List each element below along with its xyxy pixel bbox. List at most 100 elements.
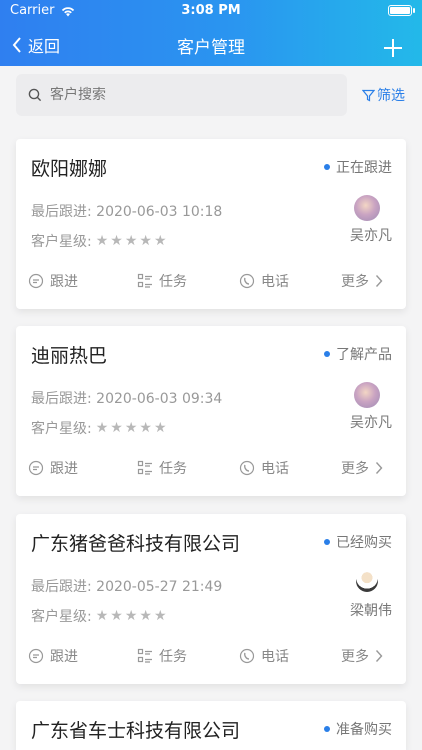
star-icon: ★	[153, 420, 167, 436]
star-icon: ★	[124, 608, 138, 624]
customer-card[interactable]: 广东省车士科技有限公司 准备购买	[16, 701, 406, 750]
task-label: 任务	[159, 649, 187, 665]
status-label: 准备购买	[336, 722, 392, 738]
owner-name: 吴亦凡	[350, 228, 392, 244]
star-icon: ★	[110, 608, 123, 624]
nav-bar: 返回 客户管理	[0, 22, 422, 66]
phone-icon	[239, 460, 255, 476]
task-label: 任务	[159, 461, 187, 477]
star-icon: ★	[124, 420, 138, 436]
card-actions: 跟进 任务 电话 更多	[16, 646, 406, 670]
status-label: 正在跟进	[336, 160, 392, 176]
status-dot-icon	[324, 351, 330, 357]
status-dot-icon	[324, 726, 330, 732]
task-list-icon	[137, 648, 152, 663]
customer-status: 正在跟进	[324, 157, 392, 177]
star-icon: ★	[124, 233, 138, 249]
customer-card[interactable]: 迪丽热巴 了解产品 最后跟进: 2020-06-03 09:34 客户星级: ★…	[16, 326, 406, 496]
add-customer-button[interactable]	[384, 39, 402, 57]
phone-icon	[239, 648, 255, 664]
status-label: 已经购买	[336, 535, 392, 551]
owner-avatar	[356, 570, 378, 592]
follow-label: 跟进	[50, 461, 78, 477]
chevron-right-icon	[375, 275, 383, 287]
rating-label: 客户星级:	[31, 421, 92, 437]
task-button[interactable]: 任务	[137, 271, 187, 291]
star-icon: ★	[139, 608, 152, 624]
last-follow: 最后跟进: 2020-05-27 21:49	[31, 576, 222, 596]
star-icon: ★	[139, 233, 152, 249]
chevron-right-icon	[375, 650, 383, 662]
call-label: 电话	[261, 649, 289, 665]
star-icon: ★	[110, 233, 123, 249]
last-follow: 最后跟进: 2020-06-03 09:34	[31, 388, 222, 408]
more-label: 更多	[341, 461, 369, 477]
filter-label: 筛选	[377, 88, 405, 104]
task-label: 任务	[159, 274, 187, 290]
card-actions: 跟进 任务 电话 更多	[16, 271, 406, 295]
rating-stars: ★ ★ ★ ★ ★	[96, 609, 167, 623]
customer-status: 已经购买	[324, 532, 392, 552]
status-bar: Carrier 3:08 PM	[0, 0, 422, 22]
follow-button[interactable]: 跟进	[28, 271, 78, 291]
star-icon: ★	[139, 420, 152, 436]
more-button[interactable]: 更多	[341, 271, 383, 291]
status-dot-icon	[324, 164, 330, 170]
follow-label: 跟进	[50, 649, 78, 665]
more-label: 更多	[341, 649, 369, 665]
task-list-icon	[137, 273, 152, 288]
follow-button[interactable]: 跟进	[28, 458, 78, 478]
owner-name: 梁朝伟	[350, 603, 392, 619]
last-follow-time: 2020-06-03 10:18	[96, 204, 223, 220]
search-bar	[16, 74, 347, 116]
star-icon: ★	[95, 608, 109, 624]
phone-icon	[239, 273, 255, 289]
rating-label: 客户星级:	[31, 234, 92, 250]
customer-card[interactable]: 广东猪爸爸科技有限公司 已经购买 最后跟进: 2020-05-27 21:49 …	[16, 514, 406, 684]
owner-avatar	[354, 195, 380, 221]
last-follow-label: 最后跟进:	[31, 391, 92, 407]
call-label: 电话	[261, 461, 289, 477]
owner-avatar	[354, 382, 380, 408]
status-label: 了解产品	[336, 347, 392, 363]
more-button[interactable]: 更多	[341, 646, 383, 666]
card-actions: 跟进 任务 电话 更多	[16, 458, 406, 482]
follow-button[interactable]: 跟进	[28, 646, 78, 666]
filter-button[interactable]: 筛选	[362, 85, 405, 105]
follow-label: 跟进	[50, 274, 78, 290]
search-input[interactable]	[48, 86, 332, 104]
chevron-right-icon	[375, 462, 383, 474]
last-follow-time: 2020-05-27 21:49	[96, 579, 223, 595]
task-button[interactable]: 任务	[137, 646, 187, 666]
task-list-icon	[137, 460, 152, 475]
customer-name: 广东省车士科技有限公司	[31, 720, 241, 742]
search-icon	[28, 88, 42, 102]
star-icon: ★	[153, 608, 167, 624]
customer-name: 迪丽热巴	[31, 345, 108, 367]
chat-bubble-icon	[28, 273, 44, 289]
task-button[interactable]: 任务	[137, 458, 187, 478]
app-header: Carrier 3:08 PM 返回 客户管理	[0, 0, 422, 66]
clock: 3:08 PM	[181, 3, 241, 18]
customer-status: 准备购买	[324, 719, 392, 739]
last-follow-time: 2020-06-03 09:34	[96, 391, 223, 407]
customer-name: 广东猪爸爸科技有限公司	[31, 533, 241, 555]
last-follow-label: 最后跟进:	[31, 204, 92, 220]
battery-icon	[388, 5, 415, 16]
star-icon: ★	[110, 420, 123, 436]
customer-rating: 客户星级: ★ ★ ★ ★ ★	[31, 231, 167, 251]
call-button[interactable]: 电话	[239, 271, 289, 291]
status-dot-icon	[324, 539, 330, 545]
more-button[interactable]: 更多	[341, 458, 383, 478]
rating-stars: ★ ★ ★ ★ ★	[96, 234, 167, 248]
star-icon: ★	[95, 233, 109, 249]
last-follow: 最后跟进: 2020-06-03 10:18	[31, 201, 222, 221]
rating-stars: ★ ★ ★ ★ ★	[96, 421, 167, 435]
owner-name: 吴亦凡	[350, 415, 392, 431]
call-button[interactable]: 电话	[239, 458, 289, 478]
star-icon: ★	[153, 233, 167, 249]
customer-card[interactable]: 欧阳娜娜 正在跟进 最后跟进: 2020-06-03 10:18 客户星级: ★…	[16, 139, 406, 309]
call-button[interactable]: 电话	[239, 646, 289, 666]
more-label: 更多	[341, 274, 369, 290]
page-title: 客户管理	[177, 38, 245, 58]
